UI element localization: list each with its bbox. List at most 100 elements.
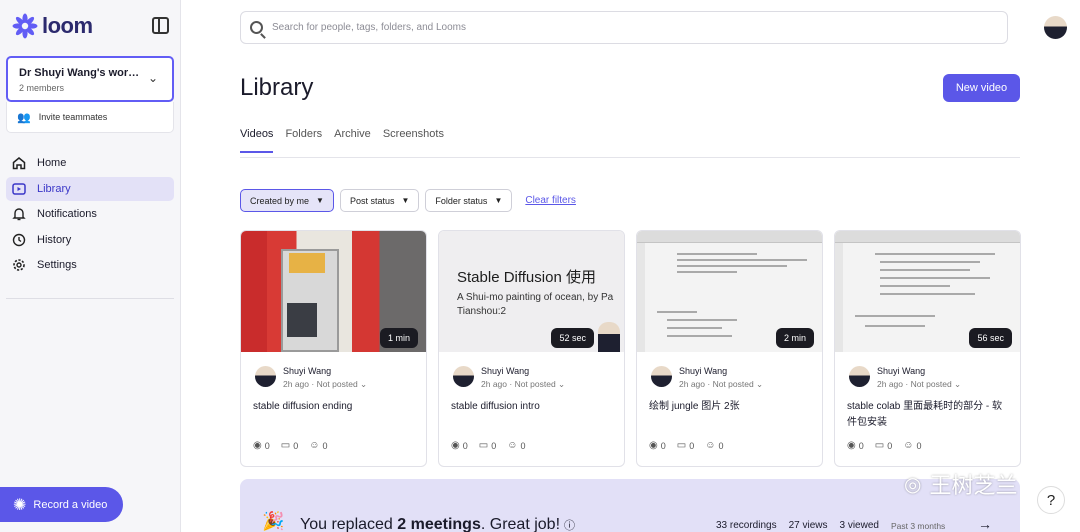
tab-folders[interactable]: Folders (285, 128, 322, 153)
thumbnail-image (598, 322, 620, 352)
video-card[interactable]: 2 min Shuyi Wang 2h ago · Not posted ⌄ 绘… (636, 230, 823, 467)
loom-logo[interactable]: loom (12, 13, 93, 39)
reactions-stat: ☺ 0 (903, 440, 921, 451)
chevron-down-icon: ▼ (494, 196, 503, 205)
thumbnail-image (657, 311, 697, 313)
clear-filters-link[interactable]: Clear filters (525, 195, 576, 206)
clock-icon (10, 232, 28, 248)
smile-icon: ☺ (507, 440, 518, 451)
banner-suffix: . Great job! (480, 516, 561, 532)
tab-archive[interactable]: Archive (334, 128, 371, 153)
thumbnail-image (865, 325, 925, 327)
created-by-filter[interactable]: Created by me ▼ (240, 189, 334, 212)
thumbnail-subtitle: A Shui-mo painting of ocean, by Pa Tiansh… (457, 291, 613, 319)
sidebar-item-library[interactable]: Library (6, 176, 174, 201)
views-count: 0 (660, 440, 666, 451)
video-title[interactable]: 绘制 jungle 图片 2张 (649, 399, 814, 415)
collapse-sidebar-icon[interactable] (152, 17, 169, 34)
duration-badge: 52 sec (551, 328, 594, 348)
sidebar-item-history[interactable]: History (6, 228, 174, 252)
post-status[interactable]: Not posted (317, 379, 358, 389)
avatar (651, 366, 672, 387)
avatar[interactable] (1044, 16, 1067, 39)
banner-message: You replaced 2 meetings. Great job! ⓘ (300, 516, 575, 532)
thumbnail-image (677, 253, 757, 255)
new-video-button[interactable]: New video (943, 74, 1020, 102)
thumbnail-image (677, 265, 787, 267)
time-ago: 2h ago (679, 379, 705, 389)
reactions-stat: ☺ 0 (705, 440, 723, 451)
tab-screenshots[interactable]: Screenshots (383, 128, 444, 153)
comment-icon: ▭ (874, 440, 885, 451)
info-icon[interactable]: ⓘ (564, 520, 575, 532)
search-input[interactable] (272, 22, 972, 33)
comments-stat: ▭ 0 (677, 440, 694, 451)
gear-icon (10, 257, 28, 273)
thumbnail-line: Tianshou:2 (457, 306, 507, 317)
time-ago: 2h ago (481, 379, 507, 389)
invite-teammates-button[interactable]: 👥 Invite teammates (6, 102, 174, 133)
record-label: Record a video (33, 498, 108, 511)
chevron-down-icon: ⌄ (147, 71, 158, 85)
duration-badge: 1 min (379, 328, 418, 348)
video-title[interactable]: stable diffusion intro (451, 399, 616, 415)
video-thumbnail[interactable]: 1 min (241, 231, 426, 352)
sidebar-item-label: Notifications (37, 208, 97, 220)
thumbnail-image (875, 253, 995, 255)
arrow-right-icon[interactable]: → (978, 516, 992, 532)
views-count: 27 views (788, 520, 828, 531)
video-card[interactable]: 1 min Shuyi Wang 2h ago · Not posted ⌄ s… (240, 230, 427, 467)
time-ago: 2h ago (283, 379, 309, 389)
tab-videos[interactable]: Videos (240, 128, 274, 153)
workspace-name: Dr Shuyi Wang's works... (19, 67, 143, 79)
thumbnail-image (880, 277, 990, 279)
video-thumbnail[interactable]: 2 min (637, 231, 822, 352)
smile-icon: ☺ (903, 440, 914, 451)
author-name: Shuyi Wang (481, 366, 530, 376)
card-meta: 2h ago · Not posted ⌄ (481, 379, 566, 389)
sidebar-item-notifications[interactable]: Notifications (6, 202, 174, 226)
thumbnail-image (637, 231, 822, 243)
search-icon (250, 21, 263, 34)
video-thumbnail[interactable]: 56 sec (835, 231, 1020, 352)
thumbnail-image (289, 253, 325, 273)
post-status[interactable]: Not posted (911, 379, 952, 389)
thumbnail-image (637, 243, 645, 352)
folder-status-filter[interactable]: Folder status ▼ (425, 189, 513, 212)
video-title[interactable]: stable colab 里面最耗时的部分 - 软件包安装 (847, 399, 1012, 431)
filter-label: Folder status (435, 195, 488, 206)
brand-name: loom (42, 13, 93, 38)
workspace-members: 2 members (19, 83, 65, 93)
period-label: Past 3 months (890, 521, 946, 531)
views-count: 0 (264, 440, 270, 451)
eye-icon: ◉ (253, 440, 262, 451)
author-name: Shuyi Wang (283, 366, 332, 376)
post-status[interactable]: Not posted (515, 379, 556, 389)
video-card[interactable]: 56 sec Shuyi Wang 2h ago · Not posted ⌄ … (834, 230, 1021, 467)
record-video-button[interactable]: ✺ Record a video (0, 487, 123, 522)
sidebar-item-home[interactable]: Home (6, 151, 174, 175)
viewed-count: 3 viewed (839, 520, 879, 531)
search-bar[interactable] (240, 11, 1008, 44)
sidebar-item-settings[interactable]: Settings (6, 253, 174, 277)
eye-icon: ◉ (847, 440, 856, 451)
comment-icon: ▭ (478, 440, 489, 451)
video-thumbnail[interactable]: Stable Diffusion 使用 A Shui-mo painting o… (439, 231, 624, 352)
comments-stat: ▭ 0 (875, 440, 892, 451)
watermark-text: 王树芝兰 (929, 473, 1018, 498)
thumbnail-title: Stable Diffusion 使用 (457, 269, 596, 286)
recordings-count: 33 recordings (716, 520, 777, 531)
watermark: ◎ 王树芝兰 (904, 468, 1017, 500)
views-stat: ◉ 0 (253, 440, 270, 451)
banner-prefix: You replaced (300, 516, 398, 532)
post-status[interactable]: Not posted (713, 379, 754, 389)
invite-label: Invite teammates (38, 112, 108, 122)
thumbnail-image (835, 243, 843, 352)
thumbnail-image (835, 231, 1020, 243)
video-grid: 1 min Shuyi Wang 2h ago · Not posted ⌄ s… (240, 230, 1021, 467)
video-card[interactable]: Stable Diffusion 使用 A Shui-mo painting o… (438, 230, 625, 467)
post-status-filter[interactable]: Post status ▼ (339, 189, 420, 212)
workspace-switcher[interactable]: Dr Shuyi Wang's works... 2 members ⌄ (6, 56, 174, 102)
help-button[interactable]: ? (1037, 486, 1065, 514)
video-title[interactable]: stable diffusion ending (253, 399, 418, 415)
